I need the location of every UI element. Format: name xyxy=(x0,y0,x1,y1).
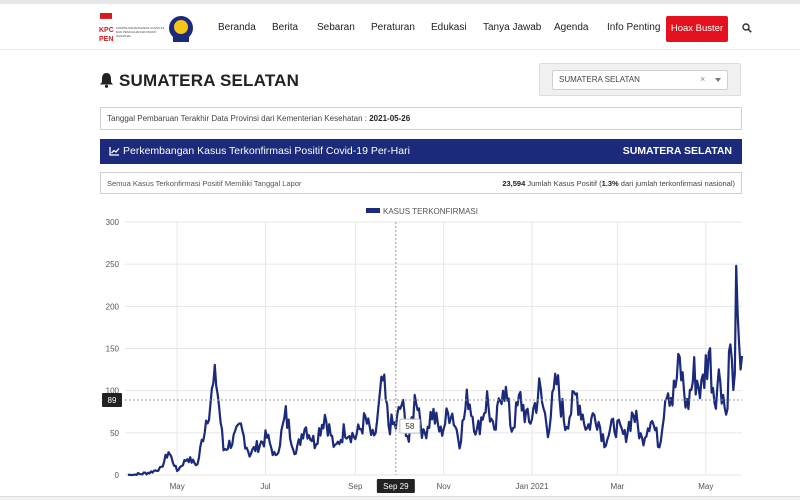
kpcpen-logo[interactable]: KPC PEN xyxy=(98,12,114,46)
x-tick-label: Sep xyxy=(348,482,363,491)
y-tick-label: 200 xyxy=(106,302,120,311)
navbar: KPC PEN KOMITE PENANGANAN COVID-19 DAN P… xyxy=(0,4,800,50)
chart-header-bar: Perkembangan Kasus Terkonfirmasi Positif… xyxy=(100,139,742,164)
update-info-box: Tanggal Pembaruan Terakhir Data Provinsi… xyxy=(100,107,742,130)
nav-info-penting[interactable]: Info Penting xyxy=(607,22,660,33)
svg-text:PEN: PEN xyxy=(99,36,113,43)
clear-icon[interactable]: × xyxy=(700,74,705,84)
svg-text:KPC: KPC xyxy=(99,27,114,34)
y-tick-label: 50 xyxy=(110,429,119,438)
legend-swatch xyxy=(366,208,380,213)
summary-box: Semua Kasus Terkonfirmasi Positif Memili… xyxy=(100,172,742,194)
pct-label: dari jumlah terkonfirmasi nasional) xyxy=(620,179,735,188)
x-tick-label: Jul xyxy=(260,482,270,491)
bnpb-logo[interactable] xyxy=(167,14,195,44)
nav-beranda[interactable]: Beranda xyxy=(218,22,256,33)
chart-header-region: SUMATERA SELATAN xyxy=(622,145,732,157)
series-line-kasus-terkonfirmasi[interactable] xyxy=(127,264,744,477)
point-value-label: 58 xyxy=(405,422,414,431)
y-tick-label: 150 xyxy=(106,345,120,354)
bottom-edge xyxy=(0,496,800,500)
chart-header-title: Perkembangan Kasus Terkonfirmasi Positif… xyxy=(123,145,410,157)
x-tick-label: May xyxy=(698,482,713,491)
crosshair-y-label: 89 xyxy=(108,396,117,405)
update-text: Tanggal Pembaruan Terakhir Data Provinsi… xyxy=(107,114,410,123)
y-tick-label: 250 xyxy=(106,260,120,269)
logo-caption: KOMITE PENANGANAN COVID-19 DAN PEMULIHAN… xyxy=(116,26,165,38)
nav-edukasi[interactable]: Edukasi xyxy=(431,22,467,33)
region-select-container: SUMATERA SELATAN × xyxy=(539,63,741,96)
line-chart-icon xyxy=(109,147,120,156)
bell-icon xyxy=(100,73,113,88)
nav-agenda[interactable]: Agenda xyxy=(554,22,588,33)
nav-peraturan[interactable]: Peraturan xyxy=(371,22,415,33)
national-pct: 1.3% xyxy=(601,179,619,188)
x-tick-label: May xyxy=(170,482,185,491)
x-tick-label: Jan 2021 xyxy=(516,482,549,491)
x-tick-label: Mar xyxy=(611,482,625,491)
region-select[interactable]: SUMATERA SELATAN × xyxy=(552,70,728,90)
nav-sebaran[interactable]: Sebaran xyxy=(317,22,355,33)
chevron-down-icon[interactable] xyxy=(715,78,721,82)
crosshair-date-label: Sep 29 xyxy=(383,482,409,491)
update-date: 2021-05-26 xyxy=(369,114,411,123)
update-label: Tanggal Pembaruan Terakhir Data Provinsi… xyxy=(107,114,367,123)
y-tick-label: 0 xyxy=(115,471,120,480)
summary-total: 23,594 Jumlah Kasus Positif (1.3% dari j… xyxy=(502,179,735,188)
hoax-buster-button[interactable]: Hoax Buster xyxy=(666,16,728,42)
search-icon[interactable] xyxy=(742,23,752,33)
nav-tanya-jawab[interactable]: Tanya Jawab xyxy=(483,22,541,33)
daily-cases-chart[interactable]: 050100150200250300May Jul Sep Nov Jan 2021 Ma… xyxy=(0,200,800,500)
total-label: Jumlah Kasus Positif ( xyxy=(527,179,602,188)
total-cases: 23,594 xyxy=(502,179,526,188)
region-select-value: SUMATERA SELATAN xyxy=(559,75,640,84)
nav-berita[interactable]: Berita xyxy=(272,22,298,33)
summary-note: Semua Kasus Terkonfirmasi Positif Memili… xyxy=(107,179,302,188)
y-tick-label: 300 xyxy=(106,218,120,227)
x-tick-label: Nov xyxy=(437,482,451,491)
legend-label: KASUS TERKONFIRMASI xyxy=(383,207,478,216)
page-title: SUMATERA SELATAN xyxy=(119,71,300,90)
